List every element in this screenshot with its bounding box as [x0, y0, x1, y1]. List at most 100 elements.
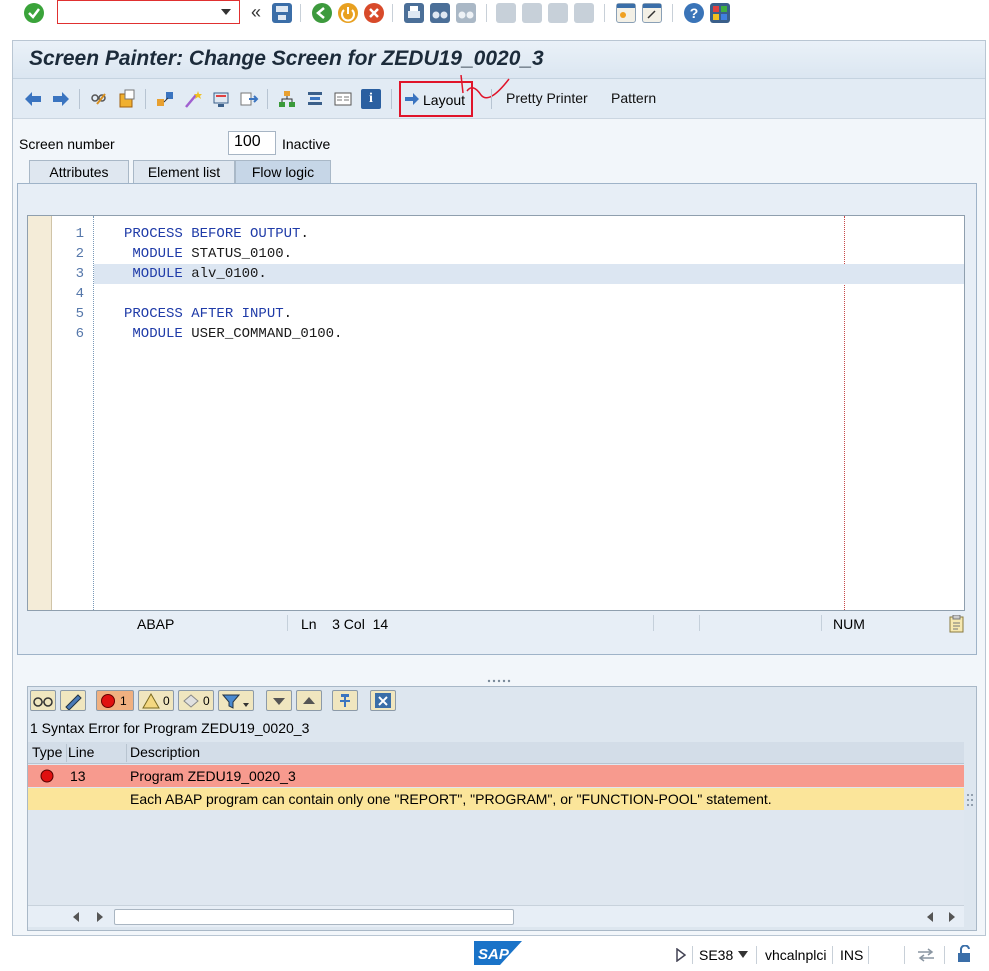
- tab-attributes[interactable]: Attributes: [29, 160, 129, 183]
- system-toolbar: « ?: [0, 0, 989, 26]
- table-row[interactable]: 13 Program ZEDU19_0020_3: [28, 765, 964, 787]
- code-keyword: MODULE: [124, 246, 183, 262]
- info-filter-button[interactable]: 0: [178, 690, 214, 711]
- display-icon[interactable]: [333, 89, 353, 109]
- table-row[interactable]: Each ABAP program can contain only one "…: [28, 788, 964, 810]
- line-number: 4: [75, 286, 84, 302]
- transfer-icon[interactable]: [916, 948, 936, 962]
- scroll-right-icon[interactable]: [96, 912, 104, 922]
- title-bar: Screen Painter: Change Screen for ZEDU19…: [13, 41, 985, 79]
- warning-filter-button[interactable]: 0: [138, 690, 174, 711]
- screen-status: Inactive: [282, 136, 331, 152]
- horizontal-scrollbar[interactable]: [28, 905, 964, 927]
- application-toolbar: i Layout Pretty Printer Pattern: [13, 75, 985, 119]
- line-number: 6: [75, 326, 84, 342]
- code-line[interactable]: 4: [76, 284, 964, 304]
- move-down-icon[interactable]: [266, 690, 292, 711]
- server-name: vhcalnplci: [765, 947, 827, 963]
- shortcut-icon[interactable]: [642, 3, 662, 23]
- stack-icon[interactable]: [305, 89, 325, 109]
- forward-arrow-icon[interactable]: [51, 89, 71, 109]
- display-change-icon[interactable]: [89, 89, 109, 109]
- tab-element-list[interactable]: Element list: [133, 160, 235, 183]
- line-number: 5: [75, 306, 84, 322]
- prev-page-icon[interactable]: [522, 3, 542, 23]
- new-session-icon[interactable]: [616, 3, 636, 23]
- glasses-icon[interactable]: [30, 690, 56, 711]
- cursor-position: Ln 3 Col 14: [301, 616, 389, 632]
- chevron-down-icon[interactable]: [738, 951, 748, 959]
- scroll-thumb[interactable]: [114, 909, 514, 925]
- code-rest: STATUS_0100.: [182, 246, 293, 262]
- tab-flow-logic[interactable]: Flow logic: [235, 160, 331, 183]
- back-icon[interactable]: [312, 3, 332, 23]
- close-icon[interactable]: [370, 690, 396, 711]
- panel-splitter[interactable]: [487, 679, 511, 683]
- sap-logo-text: SAP: [478, 946, 509, 963]
- code-line[interactable]: 6 MODULE USER_COMMAND_0100.: [76, 324, 964, 344]
- hierarchy-icon[interactable]: [277, 89, 297, 109]
- num-lock-indicator: NUM: [833, 616, 865, 632]
- code-line[interactable]: 1 PROCESS BEFORE OUTPUT.: [76, 224, 964, 244]
- play-icon[interactable]: [676, 948, 686, 962]
- status-bar: SAP SE38 vhcalnplci INS: [0, 938, 989, 971]
- cancel-icon[interactable]: [364, 3, 384, 23]
- back-double-icon[interactable]: «: [246, 3, 266, 23]
- move-icon[interactable]: [239, 89, 259, 109]
- find-icon[interactable]: [430, 3, 450, 23]
- warning-count: 0: [163, 694, 170, 708]
- back-arrow-icon[interactable]: [23, 89, 43, 109]
- syntax-error-panel: 1 0 0 1 Syntax Error for Program ZEDU19_…: [27, 686, 977, 931]
- last-page-icon[interactable]: [574, 3, 594, 23]
- pretty-printer-button[interactable]: Pretty Printer: [506, 90, 588, 106]
- error-description: Program ZEDU19_0020_3: [130, 768, 296, 784]
- line-number: 2: [75, 246, 84, 262]
- scroll-right-icon[interactable]: [948, 912, 956, 922]
- activate-icon[interactable]: [117, 89, 137, 109]
- next-page-icon[interactable]: [548, 3, 568, 23]
- help-icon[interactable]: ?: [684, 3, 704, 23]
- save-icon[interactable]: [272, 3, 292, 23]
- column-header-line[interactable]: Line: [68, 744, 94, 760]
- command-input[interactable]: [62, 2, 212, 22]
- scroll-left-icon[interactable]: [72, 912, 80, 922]
- screen-layout-icon[interactable]: [211, 89, 231, 109]
- column-header-type[interactable]: Type: [32, 744, 62, 760]
- wand-icon[interactable]: [183, 89, 203, 109]
- find-next-icon[interactable]: [456, 3, 476, 23]
- code-keyword: PROCESS BEFORE OUTPUT: [124, 226, 301, 242]
- code-line[interactable]: 5 PROCESS AFTER INPUT.: [76, 304, 964, 324]
- code-line[interactable]: 3 MODULE alv_0100.: [76, 264, 964, 284]
- enter-icon[interactable]: [24, 3, 44, 23]
- error-filter-button[interactable]: 1: [96, 690, 134, 711]
- first-page-icon[interactable]: [496, 3, 516, 23]
- error-summary: 1 Syntax Error for Program ZEDU19_0020_3: [30, 720, 310, 736]
- editor-language: ABAP: [137, 616, 175, 632]
- insert-mode: INS: [840, 947, 864, 963]
- print-icon[interactable]: [404, 3, 424, 23]
- screen-number-field[interactable]: 100: [228, 131, 276, 155]
- command-field[interactable]: [57, 0, 240, 24]
- pattern-button[interactable]: Pattern: [611, 90, 656, 106]
- vertical-splitter[interactable]: [966, 792, 974, 812]
- info-icon[interactable]: i: [361, 89, 381, 109]
- pin-icon[interactable]: [332, 690, 358, 711]
- move-up-icon[interactable]: [296, 690, 322, 711]
- chevron-down-icon[interactable]: [221, 9, 231, 15]
- exit-icon[interactable]: [338, 3, 358, 23]
- line-number: 3: [75, 266, 84, 282]
- customize-layout-icon[interactable]: [710, 3, 730, 23]
- filter-button[interactable]: [218, 690, 254, 711]
- code-editor[interactable]: 1 PROCESS BEFORE OUTPUT. 2 MODULE STATUS_0…: [27, 215, 965, 611]
- code-keyword: MODULE: [124, 326, 183, 342]
- column-header-description[interactable]: Description: [130, 744, 200, 760]
- code-keyword: PROCESS AFTER INPUT: [124, 306, 284, 322]
- code-line[interactable]: 2 MODULE STATUS_0100.: [76, 244, 964, 264]
- scroll-left-icon[interactable]: [926, 912, 934, 922]
- clipboard-icon[interactable]: [949, 615, 965, 633]
- pencil-icon[interactable]: [60, 690, 86, 711]
- lock-icon[interactable]: [956, 945, 974, 963]
- check-icon[interactable]: [155, 89, 175, 109]
- page-title: Screen Painter: Change Screen for ZEDU19…: [29, 47, 544, 70]
- code-text: PROCESS BEFORE OUTPUT.: [124, 226, 309, 242]
